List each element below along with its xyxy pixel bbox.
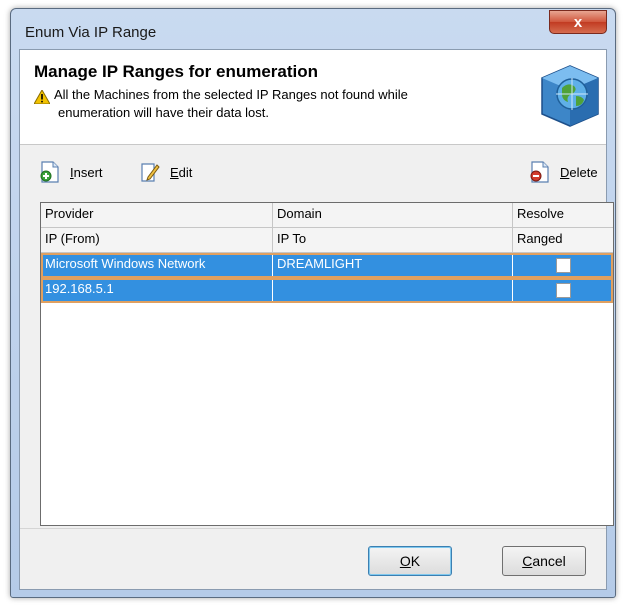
title-bar[interactable]: Enum Via IP Range x [11,9,615,49]
header-panel: Manage IP Ranges for enumeration All the… [20,50,606,145]
insert-button[interactable]: Insert [40,160,103,184]
cell-ip-from[interactable]: 192.168.5.1 [41,278,273,303]
insert-label: Insert [70,164,103,180]
table-row[interactable]: Microsoft Windows Network DREAMLIGHT [41,253,613,278]
ip-range-grid[interactable]: Provider Domain Resolve IP (From) IP To … [40,202,614,526]
close-button[interactable]: x [549,10,607,34]
ok-button[interactable]: OK [368,546,452,576]
column-header-ip-to[interactable]: IP To [273,228,513,253]
grid-header-row-1: Provider Domain Resolve [41,203,613,228]
close-icon: x [573,13,583,31]
toolbar: Insert Edit Delete [20,158,606,188]
cell-domain[interactable]: DREAMLIGHT [273,253,513,278]
edit-button[interactable]: Edit [140,160,192,184]
header-warning-text: All the Machines from the selected IP Ra… [54,86,504,122]
dialog-window: Enum Via IP Range x Manage IP Ranges for… [10,8,616,598]
table-row[interactable]: 192.168.5.1 [41,278,613,303]
column-header-domain[interactable]: Domain [273,203,513,228]
column-header-resolve[interactable]: Resolve [513,203,613,228]
cell-ranged [513,278,613,303]
insert-icon [40,161,59,183]
delete-label: Delete [560,164,598,180]
warning-line-2: enumeration will have their data lost. [58,105,270,120]
delete-icon [530,161,549,183]
cell-ip-to[interactable] [273,278,513,303]
grid-header-row-2: IP (From) IP To Ranged [41,228,613,253]
edit-label: Edit [170,164,193,180]
column-header-ranged[interactable]: Ranged [513,228,613,253]
ranged-checkbox[interactable] [555,283,571,298]
delete-button[interactable]: Delete [530,160,598,184]
resolve-checkbox[interactable] [555,258,571,273]
globe-icon [541,65,599,127]
edit-icon [141,163,160,182]
warning-line-1: All the Machines from the selected IP Ra… [54,87,408,102]
window-title: Enum Via IP Range [25,24,157,41]
cell-provider[interactable]: Microsoft Windows Network [41,253,273,278]
header-title: Manage IP Ranges for enumeration [34,62,319,81]
cancel-button[interactable]: Cancel [502,546,586,576]
warning-icon [34,90,50,104]
column-header-provider[interactable]: Provider [41,203,273,228]
footer-divider [20,528,606,529]
column-header-ip-from[interactable]: IP (From) [41,228,273,253]
dialog-client-area: Manage IP Ranges for enumeration All the… [19,49,614,590]
cell-resolve [513,253,613,278]
